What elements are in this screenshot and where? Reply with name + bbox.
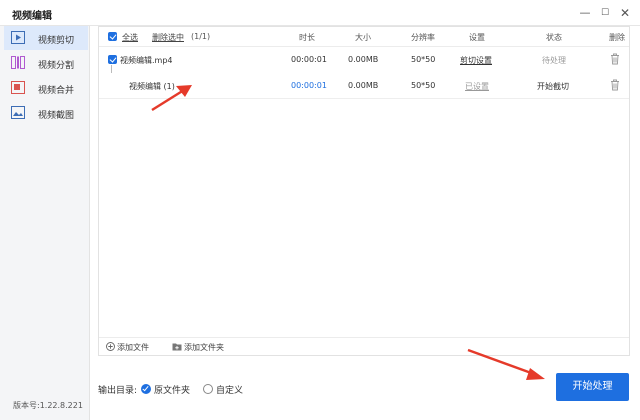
annotation-arrows <box>151 85 545 380</box>
annotation-arrow-button <box>467 348 545 380</box>
annotation-arrow-row <box>151 85 192 112</box>
